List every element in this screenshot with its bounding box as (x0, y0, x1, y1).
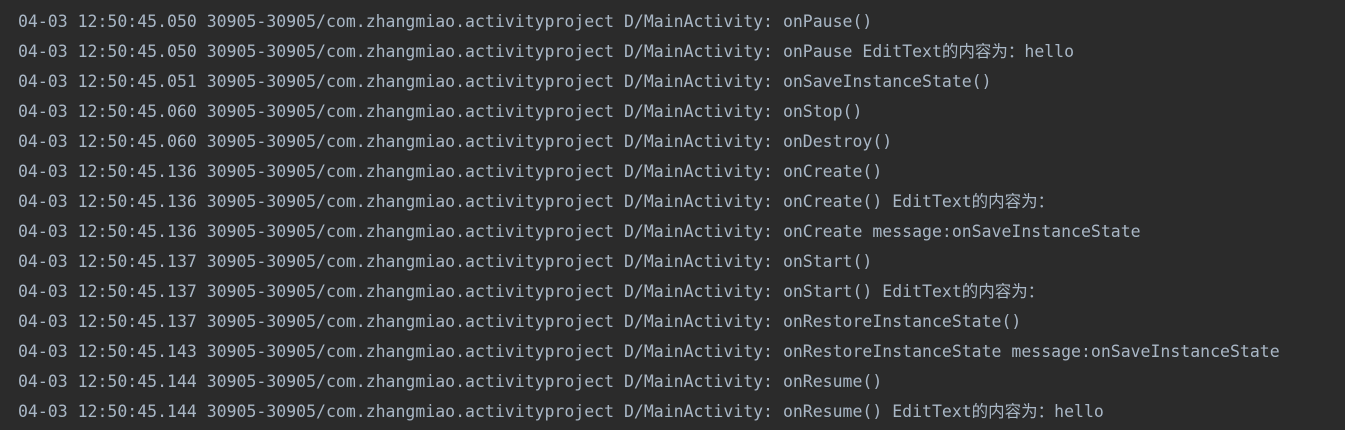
log-message: onStart() EditText的内容为： (782, 282, 1045, 301)
log-process: 30905-30905/com.zhangmiao.activityprojec… (206, 252, 615, 271)
log-process: 30905-30905/com.zhangmiao.activityprojec… (206, 402, 615, 421)
log-line[interactable]: 04-03 12:50:45.143 30905-30905/com.zhang… (18, 337, 1280, 367)
log-line[interactable]: 04-03 12:50:45.136 30905-30905/com.zhang… (18, 217, 1280, 247)
log-line[interactable]: 04-03 12:50:45.144 30905-30905/com.zhang… (18, 397, 1280, 427)
log-process: 30905-30905/com.zhangmiao.activityprojec… (206, 372, 615, 391)
log-message: onCreate message:onSaveInstanceState (782, 222, 1141, 241)
log-timestamp: 04-03 12:50:45.060 (18, 102, 197, 121)
log-timestamp: 04-03 12:50:45.051 (18, 72, 197, 91)
log-tag: D/MainActivity: (623, 12, 773, 31)
log-tag: D/MainActivity: (623, 282, 773, 301)
log-tag: D/MainActivity: (623, 132, 773, 151)
log-line[interactable]: 04-03 12:50:45.060 30905-30905/com.zhang… (18, 97, 1280, 127)
log-message: onPause EditText的内容为：hello (782, 42, 1075, 61)
log-timestamp: 04-03 12:50:45.144 (18, 372, 197, 391)
log-timestamp: 04-03 12:50:45.143 (18, 342, 197, 361)
log-process: 30905-30905/com.zhangmiao.activityprojec… (206, 162, 615, 181)
log-tag: D/MainActivity: (623, 72, 773, 91)
log-tag: D/MainActivity: (623, 342, 773, 361)
log-message: onResume() EditText的内容为：hello (782, 402, 1104, 421)
log-timestamp: 04-03 12:50:45.050 (18, 42, 197, 61)
log-process: 30905-30905/com.zhangmiao.activityprojec… (206, 42, 615, 61)
log-line[interactable]: 04-03 12:50:45.137 30905-30905/com.zhang… (18, 277, 1280, 307)
log-tag: D/MainActivity: (623, 402, 773, 421)
log-line[interactable]: 04-03 12:50:45.136 30905-30905/com.zhang… (18, 157, 1280, 187)
log-process: 30905-30905/com.zhangmiao.activityprojec… (206, 72, 615, 91)
log-message: onSaveInstanceState() (782, 72, 992, 91)
log-tag: D/MainActivity: (623, 372, 773, 391)
log-line[interactable]: 04-03 12:50:45.050 30905-30905/com.zhang… (18, 37, 1280, 67)
log-timestamp: 04-03 12:50:45.136 (18, 162, 197, 181)
log-tag: D/MainActivity: (623, 252, 773, 271)
log-line[interactable]: 04-03 12:50:45.144 30905-30905/com.zhang… (18, 367, 1280, 397)
log-process: 30905-30905/com.zhangmiao.activityprojec… (206, 192, 615, 211)
log-tag: D/MainActivity: (623, 162, 773, 181)
log-process: 30905-30905/com.zhangmiao.activityprojec… (206, 342, 615, 361)
log-process: 30905-30905/com.zhangmiao.activityprojec… (206, 12, 615, 31)
log-lines: 04-03 12:50:45.050 30905-30905/com.zhang… (18, 7, 1280, 427)
log-tag: D/MainActivity: (623, 192, 773, 211)
log-line[interactable]: 04-03 12:50:45.136 30905-30905/com.zhang… (18, 187, 1280, 217)
log-line[interactable]: 04-03 12:50:45.137 30905-30905/com.zhang… (18, 307, 1280, 337)
log-line[interactable]: 04-03 12:50:45.060 30905-30905/com.zhang… (18, 127, 1280, 157)
log-tag: D/MainActivity: (623, 222, 773, 241)
log-process: 30905-30905/com.zhangmiao.activityprojec… (206, 132, 615, 151)
log-message: onPause() (782, 12, 873, 31)
log-timestamp: 04-03 12:50:45.136 (18, 192, 197, 211)
log-tag: D/MainActivity: (623, 312, 773, 331)
log-timestamp: 04-03 12:50:45.050 (18, 12, 197, 31)
log-tag: D/MainActivity: (623, 42, 773, 61)
log-message: onCreate() EditText的内容为： (782, 192, 1055, 211)
log-process: 30905-30905/com.zhangmiao.activityprojec… (206, 312, 615, 331)
log-process: 30905-30905/com.zhangmiao.activityprojec… (206, 222, 615, 241)
log-line[interactable]: 04-03 12:50:45.050 30905-30905/com.zhang… (18, 7, 1280, 37)
log-timestamp: 04-03 12:50:45.136 (18, 222, 197, 241)
log-message: onCreate() (782, 162, 883, 181)
log-timestamp: 04-03 12:50:45.060 (18, 132, 197, 151)
log-timestamp: 04-03 12:50:45.144 (18, 402, 197, 421)
log-message: onDestroy() (782, 132, 893, 151)
log-message: onStart() (782, 252, 873, 271)
log-timestamp: 04-03 12:50:45.137 (18, 282, 197, 301)
log-line[interactable]: 04-03 12:50:45.051 30905-30905/com.zhang… (18, 67, 1280, 97)
log-process: 30905-30905/com.zhangmiao.activityprojec… (206, 282, 615, 301)
log-message: onRestoreInstanceState() (782, 312, 1022, 331)
log-message: onResume() (782, 372, 883, 391)
log-timestamp: 04-03 12:50:45.137 (18, 252, 197, 271)
log-message: onStop() (782, 102, 863, 121)
log-process: 30905-30905/com.zhangmiao.activityprojec… (206, 102, 615, 121)
log-message: onRestoreInstanceState message:onSaveIns… (782, 342, 1280, 361)
logcat-output-panel[interactable]: 04-03 12:50:45.050 30905-30905/com.zhang… (0, 0, 1345, 430)
log-tag: D/MainActivity: (623, 102, 773, 121)
log-line[interactable]: 04-03 12:50:45.137 30905-30905/com.zhang… (18, 247, 1280, 277)
log-timestamp: 04-03 12:50:45.137 (18, 312, 197, 331)
